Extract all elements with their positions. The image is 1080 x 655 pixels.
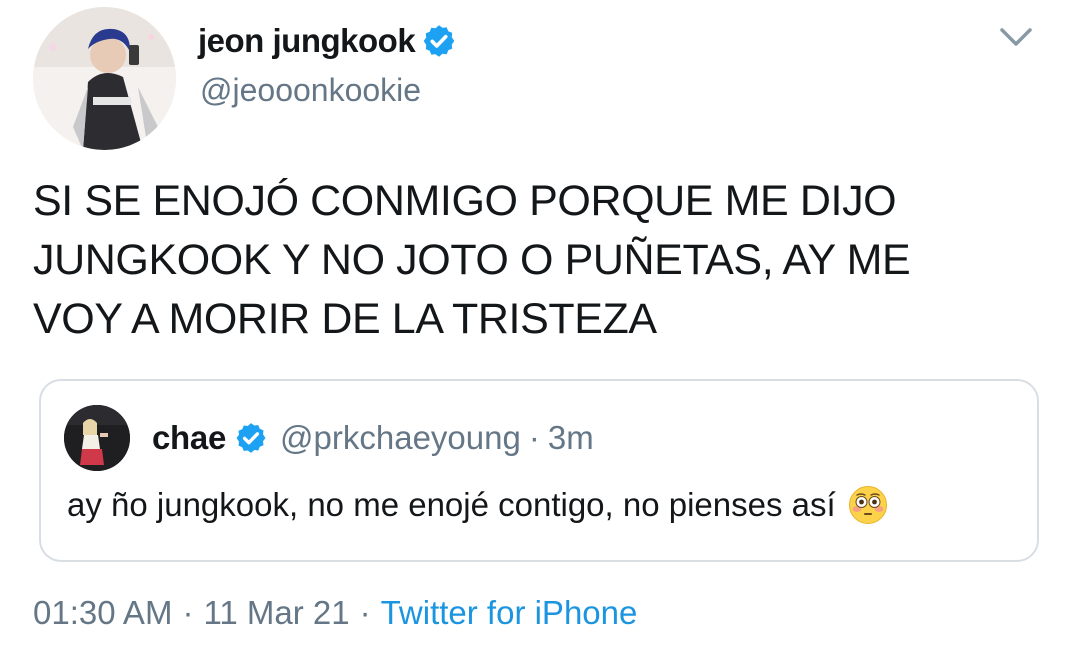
quoted-verified-badge-icon [234, 421, 268, 455]
tweet-date[interactable]: 11 Mar 21 [203, 594, 349, 632]
meta-separator: · [182, 594, 194, 631]
quoted-text-row: ay ño jungkook, no me enojé contigo, no … [67, 485, 888, 525]
author-handle[interactable]: @jeooonkookie [200, 72, 421, 109]
quoted-handle[interactable]: @prkchaeyoung [280, 419, 521, 457]
quoted-header: chae @prkchaeyoung · 3m [152, 419, 594, 457]
verified-badge-icon [421, 23, 457, 59]
tweet-source-link[interactable]: Twitter for iPhone [381, 594, 638, 632]
author-avatar-image [33, 7, 176, 150]
author-avatar[interactable] [33, 7, 176, 150]
meta-separator: · [359, 594, 371, 631]
quoted-tweet[interactable]: chae @prkchaeyoung · 3m ay ño jungkook, … [39, 379, 1039, 562]
tweet-meta: 01:30 AM · 11 Mar 21 · Twitter for iPhon… [33, 594, 637, 632]
chevron-down-icon[interactable] [998, 22, 1034, 52]
tweet-card: jeon jungkook @jeooonkookie SI SE ENOJÓ … [0, 0, 1080, 655]
quoted-timestamp[interactable]: 3m [548, 419, 594, 457]
tweet-text: SI SE ENOJÓ CONMIGO PORQUE ME DIJO JUNGK… [33, 177, 911, 343]
quoted-display-name[interactable]: chae [152, 419, 226, 457]
quoted-author-avatar[interactable] [64, 405, 130, 471]
quoted-avatar-image [64, 405, 130, 471]
flushed-face-icon [848, 485, 888, 525]
quoted-text: ay ño jungkook, no me enojé contigo, no … [67, 486, 836, 523]
author-display-name[interactable]: jeon jungkook [198, 22, 457, 60]
author-name-text: jeon jungkook [198, 22, 416, 59]
tweet-time[interactable]: 01:30 AM [33, 594, 172, 632]
quoted-separator: · [528, 419, 540, 456]
